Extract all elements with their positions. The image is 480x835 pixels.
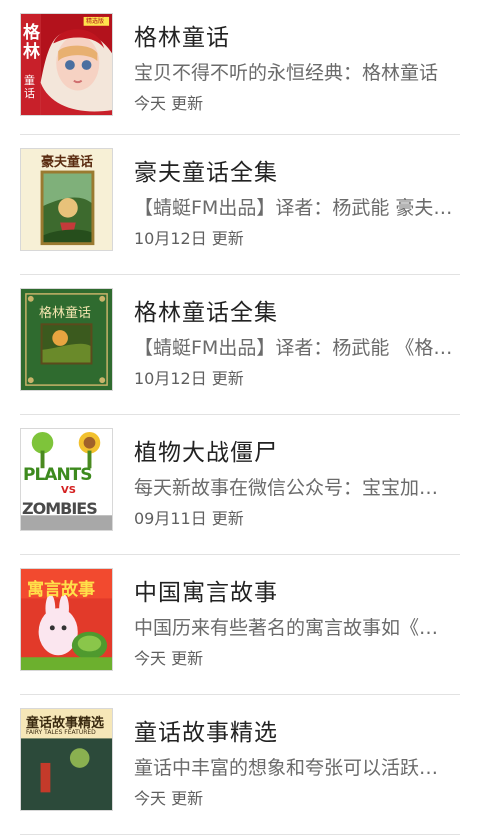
list-item[interactable]: 豪夫童话 豪夫童话全集 【蜻蜓FM出品】译者：杨武能 豪夫… 10月12日 更新: [0, 135, 480, 275]
item-updated-time: 10月12日 更新: [134, 229, 244, 248]
list-item[interactable]: 精选版 格林 童话 格林童话 宝贝不得不听的永恒经典：格林童话 今天 更新: [0, 0, 480, 135]
hauff-fairy-tales-cover-icon: 豪夫童话: [20, 148, 113, 251]
item-title: 格林童话: [134, 25, 230, 51]
item-updated-time: 今天 更新: [134, 649, 204, 668]
list-item[interactable]: 格林童话 格林童话全集 【蜻蜓FM出品】译者：杨武能 《格… 10月12日 更新: [0, 275, 480, 415]
list-item[interactable]: PLANTS VS ZOMBIES 植物大战僵尸 每天新故事在微信公众号：宝宝加…: [0, 415, 480, 555]
item-title: 中国寓言故事: [134, 580, 278, 606]
cover-title-text: PLANTS: [23, 465, 93, 485]
cover-title-text: 寓言故事: [27, 580, 95, 600]
cover-title-text: 豪夫童话: [41, 155, 94, 170]
grimm-fairy-tales-cover-icon: 精选版 格林 童话: [20, 13, 113, 116]
item-description: 中国历来有些著名的寓言故事如《…: [134, 617, 439, 639]
plants-vs-zombies-cover-icon: PLANTS VS ZOMBIES: [20, 428, 113, 531]
list-item[interactable]: 童话故事精选 FAIRY TALES FEATURED 童话故事精选 童话中丰富…: [0, 695, 480, 835]
cover-subtitle-text: FAIRY TALES FEATURED: [26, 729, 96, 736]
item-description: 宝贝不得不听的永恒经典：格林童话: [134, 62, 439, 84]
grimm-complete-cover-icon: 格林童话: [20, 288, 113, 391]
cover-title-text: 格林: [23, 23, 40, 62]
item-title: 植物大战僵尸: [134, 440, 278, 466]
cover-title-text: 格林童话: [39, 306, 92, 321]
item-description: 【蜻蜓FM出品】译者：杨武能 《格…: [134, 337, 453, 359]
item-updated-time: 今天 更新: [134, 94, 204, 113]
item-title: 童话故事精选: [134, 720, 278, 746]
program-list: 精选版 格林 童话 格林童话 宝贝不得不听的永恒经典：格林童话 今天 更新 豪夫…: [0, 0, 480, 835]
item-description: 每天新故事在微信公众号：宝宝加…: [134, 477, 439, 499]
item-description: 【蜻蜓FM出品】译者：杨武能 豪夫…: [134, 197, 453, 219]
fairy-tales-featured-cover-icon: 童话故事精选 FAIRY TALES FEATURED: [20, 708, 113, 811]
cover-title-text-2: ZOMBIES: [22, 499, 98, 518]
cover-vs-text: VS: [61, 485, 76, 496]
list-item[interactable]: 寓言故事 中国寓言故事 中国历来有些著名的寓言故事如《… 今天 更新: [0, 555, 480, 695]
item-updated-time: 09月11日 更新: [134, 509, 244, 528]
item-description: 童话中丰富的想象和夸张可以活跃…: [134, 757, 439, 779]
item-title: 格林童话全集: [134, 300, 278, 326]
item-updated-time: 10月12日 更新: [134, 369, 244, 388]
chinese-fables-cover-icon: 寓言故事: [20, 568, 113, 671]
cover-badge: 精选版: [86, 18, 105, 25]
cover-subtitle-text: 童话: [24, 74, 35, 100]
item-updated-time: 今天 更新: [134, 789, 204, 808]
item-title: 豪夫童话全集: [134, 160, 278, 186]
